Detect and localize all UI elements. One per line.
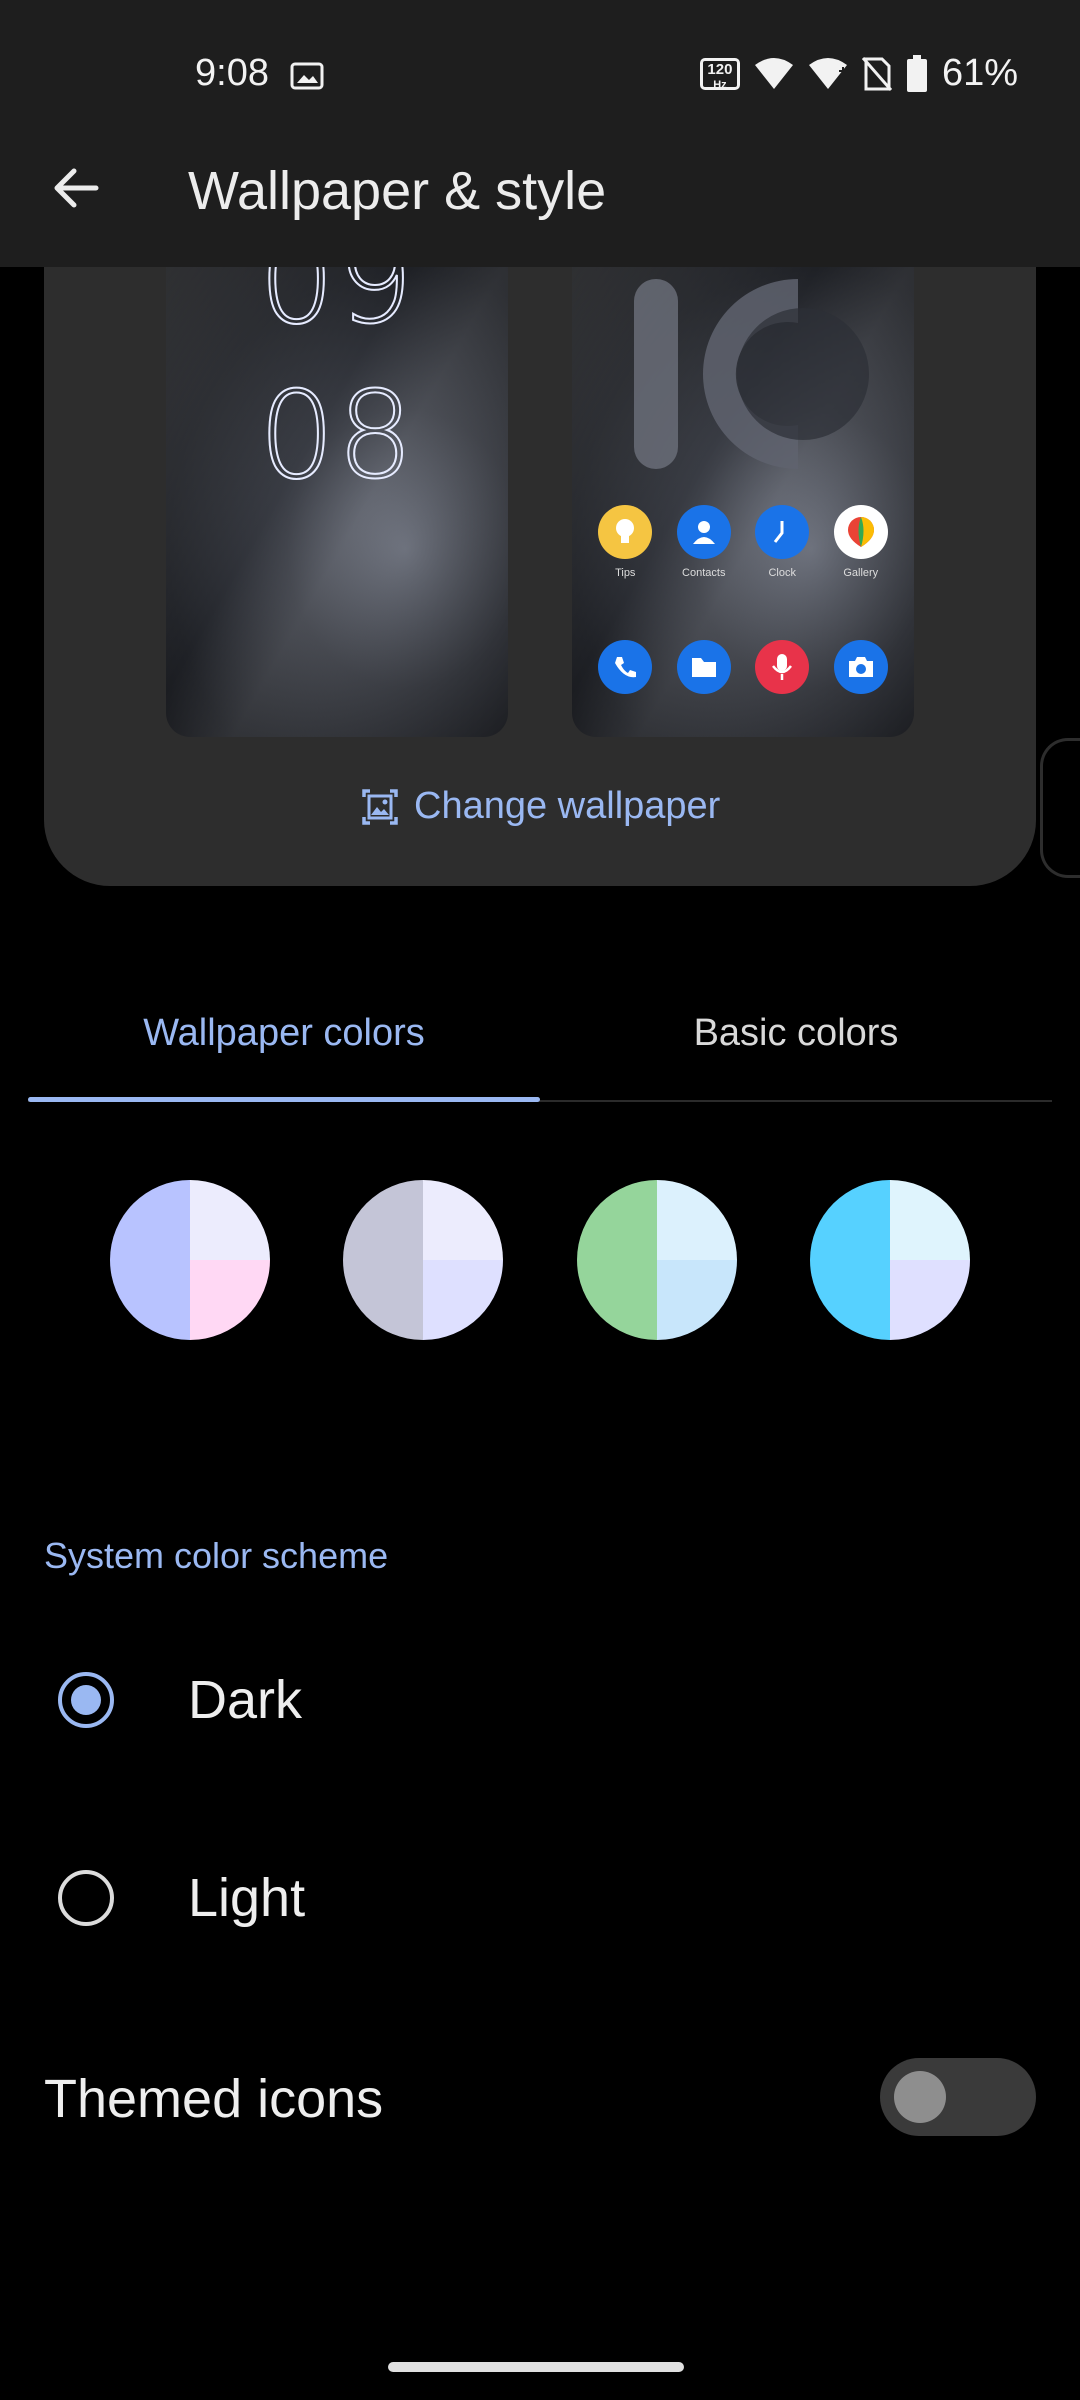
- app-label: Tips: [615, 567, 636, 579]
- light-radio-button[interactable]: [58, 1870, 114, 1926]
- back-button[interactable]: [40, 152, 112, 224]
- color-swatch[interactable]: [110, 1180, 270, 1340]
- swatch-secondary: [889, 1180, 970, 1260]
- swatch-tertiary: [889, 1260, 970, 1340]
- no-sim-icon: [861, 56, 892, 91]
- toggle-knob: [894, 2071, 946, 2123]
- color-source-tabs: Wallpaper colors Basic colors: [28, 980, 1052, 1102]
- swatch-secondary: [423, 1180, 504, 1260]
- tab-basic-colors[interactable]: Basic colors: [540, 980, 1052, 1100]
- home-app-row-1: Tips Contacts Clock Gallery: [572, 505, 914, 579]
- lock-clock-minutes: 08: [258, 366, 416, 507]
- balloon-icon: [833, 505, 888, 559]
- home-screen-preview[interactable]: Tips Contacts Clock Gallery: [572, 267, 914, 737]
- color-swatch[interactable]: [576, 1180, 737, 1340]
- refresh-rate-icon: 120 Hz: [699, 57, 740, 91]
- app-tips[interactable]: Tips: [590, 505, 660, 579]
- light-option-label: Light: [188, 1868, 306, 1928]
- system-color-scheme-label: System color scheme: [44, 1535, 389, 1576]
- app-label: Contacts: [682, 567, 726, 579]
- app-gallery[interactable]: Gallery: [826, 505, 896, 579]
- swatch-primary: [809, 1180, 890, 1340]
- arrow-left-icon: [54, 168, 99, 208]
- battery-icon: [906, 54, 927, 92]
- dark-radio-button[interactable]: [58, 1672, 114, 1728]
- signal-icon: [808, 57, 847, 89]
- page-title: Wallpaper & style: [188, 161, 607, 221]
- app-phone[interactable]: [590, 640, 660, 694]
- color-swatch-list: [110, 1180, 970, 1340]
- lock-screen-preview[interactable]: 09 08: [166, 267, 508, 737]
- app-label: Clock: [768, 567, 796, 579]
- app-contacts[interactable]: Contacts: [669, 505, 739, 579]
- swatch-tertiary: [656, 1260, 737, 1340]
- folder-icon: [676, 640, 731, 694]
- clock-icon: [755, 505, 810, 559]
- camera-icon: [833, 640, 888, 694]
- change-wallpaper-label: Change wallpaper: [414, 785, 721, 827]
- app-files[interactable]: [669, 640, 739, 694]
- home-app-row-2: [572, 640, 914, 694]
- person-icon: [676, 505, 731, 559]
- swatch-secondary: [656, 1180, 737, 1260]
- app-label: Gallery: [843, 567, 879, 579]
- next-preview-edge[interactable]: [1040, 738, 1080, 878]
- color-swatch[interactable]: [343, 1180, 504, 1340]
- status-time: 9:08: [195, 52, 269, 94]
- app-camera[interactable]: [826, 640, 896, 694]
- battery-percent: 61%: [941, 52, 1018, 94]
- dark-option-label: Dark: [188, 1670, 303, 1730]
- swatch-primary: [576, 1180, 657, 1340]
- android-12-logo-icon: [634, 279, 869, 469]
- swatch-secondary: [190, 1180, 270, 1260]
- gesture-nav-handle[interactable]: [388, 2362, 684, 2372]
- top-bar: 9:08 120 Hz 61% Wallpaper & style: [0, 0, 1080, 267]
- swatch-primary: [343, 1180, 424, 1340]
- themed-icons-row[interactable]: Themed icons: [0, 2020, 1080, 2170]
- themed-icons-label: Themed icons: [44, 2069, 384, 2129]
- scheme-option-dark[interactable]: Dark: [0, 1625, 1080, 1775]
- app-clock[interactable]: Clock: [747, 505, 817, 579]
- phone-icon: [598, 640, 653, 694]
- swatch-tertiary: [423, 1260, 504, 1340]
- color-swatch[interactable]: [809, 1180, 970, 1340]
- wifi-icon: [754, 57, 793, 89]
- app-recorder[interactable]: [747, 640, 817, 694]
- tab-wallpaper-colors[interactable]: Wallpaper colors: [28, 980, 540, 1102]
- scheme-option-light[interactable]: Light: [0, 1823, 1080, 1973]
- lock-clock-hours: 09: [258, 267, 416, 352]
- microphone-icon: [755, 640, 810, 694]
- wallpaper-edit-icon: [362, 788, 398, 825]
- lightbulb-icon: [598, 505, 653, 559]
- change-wallpaper-button[interactable]: Change wallpaper: [360, 785, 720, 828]
- themed-icons-toggle[interactable]: [880, 2058, 1036, 2136]
- image-notification-icon: [290, 62, 324, 90]
- swatch-primary: [110, 1180, 190, 1340]
- swatch-tertiary: [190, 1260, 270, 1340]
- status-icons: 120 Hz 61%: [699, 52, 1018, 95]
